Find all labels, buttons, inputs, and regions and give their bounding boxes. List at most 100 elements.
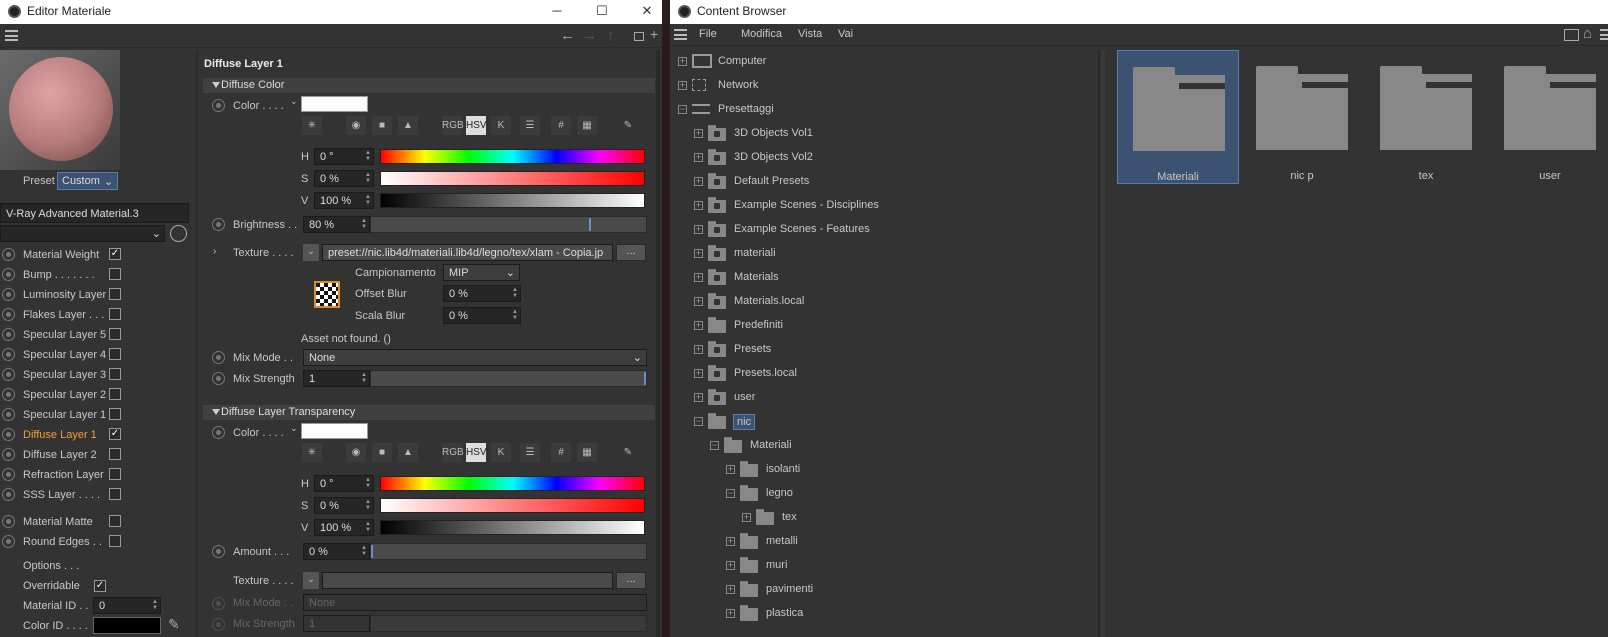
mode-button[interactable]: HSV <box>466 116 487 135</box>
expander-icon[interactable]: + <box>694 129 703 138</box>
layer-checkbox[interactable] <box>109 288 121 300</box>
maximize-button[interactable]: ☐ <box>590 2 614 22</box>
expander-icon[interactable]: + <box>694 345 703 354</box>
folder-tile[interactable]: Materiali <box>1117 50 1239 184</box>
transparency-header[interactable]: Diffuse Layer Transparency <box>203 405 655 420</box>
overridable-checkbox[interactable]: ✓ <box>94 580 106 592</box>
expander-icon[interactable]: + <box>726 609 735 618</box>
animate-radio[interactable] <box>2 368 15 381</box>
h-slider[interactable] <box>380 149 645 164</box>
material-preview[interactable] <box>0 50 120 170</box>
color-square-icon[interactable]: ■ <box>372 443 392 462</box>
scrollbar[interactable] <box>656 50 660 637</box>
mode-button[interactable]: K <box>491 443 511 462</box>
expander-icon[interactable]: + <box>694 297 703 306</box>
expander-icon[interactable]: − <box>710 441 719 450</box>
brightness-slider[interactable] <box>370 216 647 233</box>
h-field[interactable]: 0 ° ▲ ▼ <box>314 475 374 492</box>
s-slider[interactable] <box>380 171 645 186</box>
tree-item-label[interactable]: plastica <box>766 607 803 619</box>
menu-item-vai[interactable]: Vai <box>838 28 853 40</box>
v-slider[interactable] <box>380 520 645 535</box>
expander-icon[interactable]: − <box>726 489 735 498</box>
animate-radio[interactable] <box>2 448 15 461</box>
animate-radio[interactable] <box>212 351 225 364</box>
campionamento-dropdown[interactable]: MIP ⌄ <box>443 264 520 281</box>
s-field[interactable]: 0 % ▲ ▼ <box>314 497 374 514</box>
tree-item-label[interactable]: Computer <box>718 55 766 67</box>
preset-dropdown[interactable]: Custom ⌄ <box>57 172 118 190</box>
menu-icon[interactable] <box>5 30 18 41</box>
animate-radio[interactable] <box>212 99 225 112</box>
tree-item-label[interactable]: Presets.local <box>734 367 797 379</box>
eyedropper-icon[interactable]: ✎ <box>618 116 638 135</box>
mode-button[interactable]: RGB <box>442 116 464 135</box>
forward-arrow-icon[interactable]: → <box>582 27 597 44</box>
menu-icon[interactable] <box>674 29 687 40</box>
close-button[interactable]: ✕ <box>635 2 659 22</box>
texture-menu-button[interactable]: ⌄ <box>303 244 319 261</box>
color-square-icon[interactable]: ■ <box>372 116 392 135</box>
expander-icon[interactable]: + <box>694 201 703 210</box>
v-slider[interactable] <box>380 193 645 208</box>
color-spectrum-icon[interactable]: ◉ <box>346 116 366 135</box>
new-window-icon[interactable]: + <box>650 26 658 42</box>
picker-arrow-icon[interactable] <box>170 225 187 242</box>
brightness-field[interactable]: 80 % ▲ ▼ <box>303 216 370 233</box>
tree-item-label[interactable]: Presets <box>734 343 771 355</box>
layer-checkbox[interactable] <box>109 468 121 480</box>
tree-item-label[interactable]: Materiali <box>750 439 792 451</box>
color-swatch[interactable] <box>301 96 368 112</box>
tree-item-label[interactable]: Predefiniti <box>734 319 783 331</box>
tree-item-label[interactable]: tex <box>782 511 797 523</box>
animate-radio[interactable] <box>2 468 15 481</box>
animate-radio[interactable] <box>2 408 15 421</box>
animate-radio[interactable] <box>212 545 225 558</box>
layer-checkbox[interactable] <box>109 408 121 420</box>
animate-radio[interactable] <box>212 372 225 385</box>
animate-radio[interactable] <box>2 515 15 528</box>
color-spectrum-icon[interactable]: ◉ <box>346 443 366 462</box>
layout-icon[interactable] <box>1564 29 1579 41</box>
h-field[interactable]: 0 ° ▲ ▼ <box>314 148 374 165</box>
tree-item-label[interactable]: Materials.local <box>734 295 804 307</box>
slider-knob[interactable] <box>371 545 373 558</box>
mix-strength-slider[interactable] <box>370 370 647 387</box>
mode-button[interactable]: RGB <box>442 443 464 462</box>
animate-radio[interactable] <box>2 248 15 261</box>
tree-item-label[interactable]: Example Scenes - Features <box>734 223 870 235</box>
expander-icon[interactable]: + <box>678 57 687 66</box>
expander-icon[interactable]: + <box>726 537 735 546</box>
menu-item-file[interactable]: File <box>699 28 717 40</box>
image-icon[interactable]: ▲ <box>398 443 418 462</box>
sliders-icon[interactable]: ☰ <box>520 443 540 462</box>
s-slider[interactable] <box>380 498 645 513</box>
layer-checkbox[interactable] <box>109 348 121 360</box>
animate-radio[interactable] <box>2 388 15 401</box>
material-name-field[interactable]: V-Ray Advanced Material.3 <box>0 203 189 223</box>
layer-checkbox[interactable] <box>109 368 121 380</box>
tree-item-label[interactable]: materiali <box>734 247 776 259</box>
chevron-down-icon[interactable]: ⌄ <box>290 423 298 434</box>
animate-radio[interactable] <box>2 308 15 321</box>
texture-preview-icon[interactable] <box>314 281 340 308</box>
scala-blur-field[interactable]: 0 % ▲ ▼ <box>443 307 521 324</box>
tree-item-label[interactable]: 3D Objects Vol1 <box>734 127 813 139</box>
slider-knob[interactable] <box>644 372 646 385</box>
chevron-down-icon[interactable]: ⌄ <box>290 96 298 107</box>
texture-browse-button[interactable]: ... <box>616 572 646 589</box>
color-wheel-icon[interactable]: ✳ <box>302 443 322 462</box>
diffuse-color-header[interactable]: Diffuse Color <box>203 78 655 93</box>
color-wheel-icon[interactable]: ✳ <box>302 116 322 135</box>
layer-checkbox[interactable] <box>109 448 121 460</box>
tree-item-label[interactable]: Network <box>718 79 758 91</box>
expander-icon[interactable]: + <box>742 513 751 522</box>
h-slider[interactable] <box>380 476 645 491</box>
swatches-grid-icon[interactable]: ▦ <box>577 116 597 135</box>
layer-checkbox[interactable]: ✓ <box>109 248 121 260</box>
tree-item-label[interactable]: isolanti <box>766 463 800 475</box>
slider-knob[interactable] <box>589 218 592 231</box>
layer-checkbox[interactable] <box>109 308 121 320</box>
tree-item-label[interactable]: Materials <box>734 271 779 283</box>
folder-tile[interactable]: nic p <box>1241 50 1363 184</box>
